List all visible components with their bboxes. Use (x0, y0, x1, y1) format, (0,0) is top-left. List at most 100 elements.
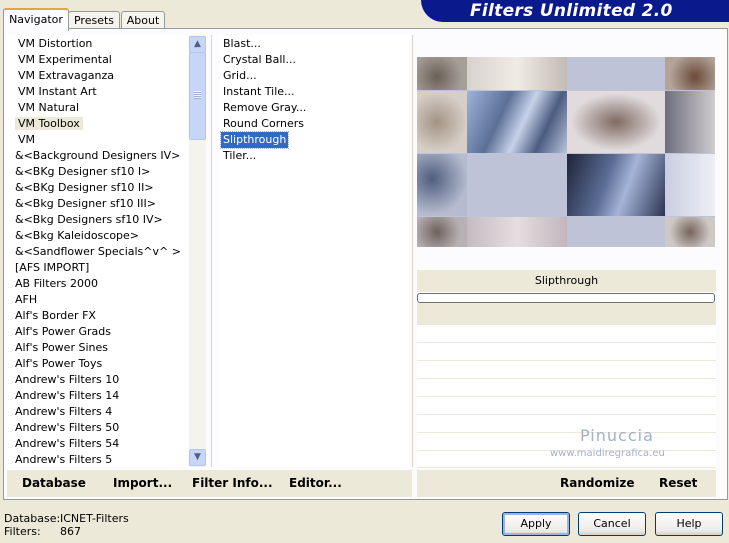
selected-filter-name: Slipthrough (417, 270, 716, 292)
parameter-header (417, 303, 716, 325)
category-item-label: &<Bkg Designers sf10 IV> (15, 213, 163, 226)
category-item[interactable]: VM Experimental (15, 52, 115, 68)
scroll-up-button[interactable]: ▲ (189, 36, 206, 53)
database-value: ICNET-Filters (60, 512, 129, 525)
filter-item-label: Round Corners (223, 117, 305, 130)
database-link[interactable]: Database (22, 476, 86, 490)
category-item[interactable]: VM (15, 132, 38, 148)
category-item[interactable]: VM Extravaganza (15, 68, 117, 84)
category-item[interactable]: Andrew's Filters 4 (12, 404, 115, 420)
divider (412, 35, 413, 467)
category-item[interactable]: &<BKg Designer sf10 I> (12, 164, 153, 180)
filter-item-label: Instant Tile... (223, 85, 295, 98)
preview-tile (417, 57, 467, 90)
category-item[interactable]: &<Sandflower Specials^v^ > (12, 244, 184, 260)
filter-item-label: Crystal Ball... (223, 53, 296, 66)
category-item-label: Andrew's Filters 14 (15, 389, 120, 402)
preview-tile (567, 154, 665, 216)
category-item[interactable]: &<Bkg Designer sf10 III> (12, 196, 159, 212)
preview-tile (417, 217, 467, 247)
category-item[interactable]: AFH (12, 292, 40, 308)
tab-presets[interactable]: Presets (68, 11, 120, 29)
category-item-label: VM Instant Art (18, 85, 97, 98)
category-item[interactable]: Andrew's Filters 54 (12, 436, 122, 452)
help-button[interactable]: Help (655, 512, 723, 536)
category-list[interactable]: VM Distortion VM Experimental VM Extravaga… (7, 35, 188, 467)
filter-item[interactable]: Blast... (221, 36, 263, 52)
scroll-down-button[interactable]: ▼ (189, 449, 206, 466)
preview-tile (665, 91, 715, 153)
filter-item[interactable]: Round Corners (221, 116, 306, 132)
filter-item-label: Remove Gray... (223, 101, 307, 114)
category-item-label: Andrew's Filters 50 (15, 421, 120, 434)
category-item[interactable]: VM Toolbox (15, 116, 83, 132)
import-link[interactable]: Import... (113, 476, 172, 490)
preview-tile (467, 217, 567, 247)
category-item[interactable]: Alf's Power Sines (12, 340, 111, 356)
filter-item[interactable]: Remove Gray... (221, 100, 308, 116)
category-item-label: AB Filters 2000 (15, 277, 99, 290)
category-item[interactable]: Andrew's Filters 50 (12, 420, 122, 436)
category-item-label: &<Background Designers IV> (15, 149, 181, 162)
category-item[interactable]: AB Filters 2000 (12, 276, 101, 292)
filter-list[interactable]: Blast... Crystal Ball... Grid... Instant Ti… (219, 35, 409, 467)
cancel-button[interactable]: Cancel (578, 512, 646, 536)
category-item-label: Andrew's Filters 10 (15, 373, 120, 386)
reset-link[interactable]: Reset (659, 476, 697, 490)
preview-tile (567, 217, 665, 247)
category-item[interactable]: VM Instant Art (15, 84, 100, 100)
preview-tile (467, 154, 567, 216)
category-item[interactable]: Alf's Power Grads (12, 324, 114, 340)
category-item[interactable]: VM Natural (15, 100, 82, 116)
tab-navigator[interactable]: Navigator (3, 8, 69, 31)
category-item-label: VM Extravaganza (18, 69, 115, 82)
preview-tile (665, 57, 715, 90)
apply-button[interactable]: Apply (502, 512, 570, 536)
filter-item[interactable]: Tiler... (221, 148, 258, 164)
category-item[interactable]: &<Bkg Designers sf10 IV> (12, 212, 166, 228)
category-item[interactable]: Alf's Power Toys (12, 356, 105, 372)
scroll-thumb[interactable] (189, 52, 206, 140)
filters-label: Filters: (4, 525, 41, 538)
tab-about[interactable]: About (121, 11, 165, 29)
parameter-row (417, 343, 716, 361)
randomize-link[interactable]: Randomize (560, 476, 634, 490)
category-item-label: VM Natural (18, 101, 80, 114)
editor-link[interactable]: Editor... (289, 476, 342, 490)
category-item-label: [AFS IMPORT] (15, 261, 90, 274)
category-item-label: Alf's Power Toys (15, 357, 103, 370)
preview-tile (665, 154, 715, 216)
category-item[interactable]: &<Bkg Kaleidoscope> (12, 228, 142, 244)
category-item[interactable]: [AFS IMPORT] (12, 260, 92, 276)
filter-item[interactable]: Slipthrough (219, 131, 290, 149)
preview-image (417, 57, 715, 247)
preview-tile (567, 91, 665, 153)
filters-count: 867 (60, 525, 81, 538)
category-item[interactable]: Andrew's Filters 14 (12, 388, 122, 404)
category-item[interactable]: Andrew's Filters 10 (12, 372, 122, 388)
category-scrollbar[interactable]: ▲ ▼ (189, 35, 206, 467)
grip-icon (194, 91, 201, 99)
filter-item[interactable]: Grid... (221, 68, 259, 84)
parameter-row (417, 415, 716, 433)
category-item-label: &<BKg Designer sf10 II> (15, 181, 154, 194)
preview-tile (417, 154, 467, 216)
filter-info-link[interactable]: Filter Info... (192, 476, 273, 490)
category-item-label: Andrew's Filters 5 (15, 453, 113, 466)
category-item[interactable]: &<Background Designers IV> (12, 148, 183, 164)
category-item-label: Alf's Border FX (15, 309, 96, 322)
category-item-label: &<BKg Designer sf10 I> (15, 165, 151, 178)
category-item[interactable]: &<BKg Designer sf10 II> (12, 180, 157, 196)
category-item[interactable]: VM Distortion (15, 36, 95, 52)
category-item-label: Alf's Power Grads (15, 325, 111, 338)
database-label: Database: (4, 512, 61, 525)
parameter-row (417, 397, 716, 415)
preview-tile (467, 91, 567, 153)
category-item[interactable]: Andrew's Filters 5 (12, 452, 115, 467)
category-item-label: VM Distortion (18, 37, 93, 50)
filter-item[interactable]: Instant Tile... (221, 84, 297, 100)
filter-item[interactable]: Crystal Ball... (221, 52, 298, 68)
category-item[interactable]: Alf's Border FX (12, 308, 99, 324)
category-item-label: Andrew's Filters 4 (15, 405, 113, 418)
category-item-label: VM Experimental (18, 53, 112, 66)
